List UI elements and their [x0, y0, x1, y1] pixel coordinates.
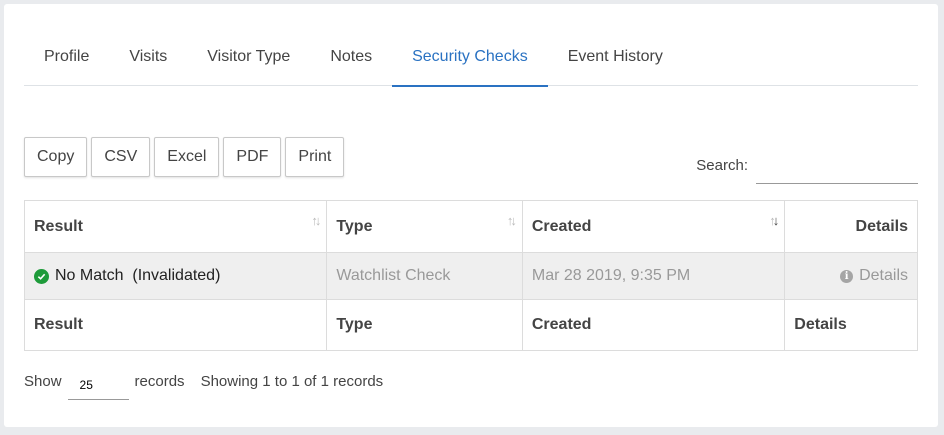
page-size-select[interactable] [67, 370, 129, 400]
records-info: Showing 1 to 1 of 1 records [200, 372, 384, 390]
details-label: Details [859, 267, 908, 284]
created-value: Mar 28 2019, 9:35 PM [531, 267, 691, 284]
footer-result: Result [25, 300, 328, 350]
column-header-created[interactable]: Created ↑↓ [523, 201, 786, 252]
records-label: records [134, 372, 185, 390]
search-input[interactable] [756, 146, 918, 184]
created-cell: Mar 28 2019, 9:35 PM [523, 253, 786, 299]
csv-button[interactable]: CSV [91, 137, 151, 177]
column-header-label: Type [336, 217, 373, 235]
tab-visits[interactable]: Visits [109, 28, 187, 86]
footer-type: Type [327, 300, 523, 350]
tab-bar: Profile Visits Visitor Type Notes Securi… [24, 28, 918, 87]
result-cell: No Match (Invalidated) [25, 253, 328, 299]
column-header-label: Created [531, 217, 592, 235]
table-footer-row: Result Type Created Details [25, 300, 917, 350]
column-header-result[interactable]: Result ↑↓ [25, 201, 328, 252]
search-label: Search: [696, 156, 748, 174]
sort-icon: ↑↓ [506, 213, 517, 228]
export-button-group: Copy CSV Excel PDF Print [24, 137, 345, 177]
excel-button[interactable]: Excel [154, 137, 220, 177]
column-header-type[interactable]: Type ↑↓ [327, 201, 523, 252]
pdf-button[interactable]: PDF [223, 137, 282, 177]
column-header-label: Details [855, 217, 908, 235]
check-circle-icon [34, 268, 49, 284]
search-box: Search: [696, 146, 918, 184]
column-header-details: Details [785, 201, 917, 252]
column-header-label: Result [34, 217, 83, 235]
footer-created: Created [523, 300, 786, 350]
tab-notes[interactable]: Notes [310, 28, 392, 86]
sort-descending-icon: ↑↓ [769, 213, 779, 228]
tab-event-history[interactable]: Event History [548, 28, 683, 86]
tab-security-checks[interactable]: Security Checks [392, 28, 548, 87]
type-value: Watchlist Check [336, 267, 451, 284]
security-checks-panel: Profile Visits Visitor Type Notes Securi… [4, 4, 938, 427]
footer-details: Details [794, 316, 847, 333]
details-link[interactable]: i Details [840, 267, 908, 285]
tab-profile[interactable]: Profile [24, 28, 109, 86]
result-value: No Match (Invalidated) [55, 267, 221, 284]
tab-visitor-type[interactable]: Visitor Type [187, 28, 310, 86]
table-footer-controls: Show records Showing 1 to 1 of 1 records [24, 366, 384, 400]
details-cell: i Details [785, 253, 917, 299]
show-label: Show [24, 372, 62, 390]
type-cell: Watchlist Check [327, 253, 523, 299]
table-header-row: Result ↑↓ Type ↑↓ Created ↑↓ Details [25, 201, 917, 253]
print-button[interactable]: Print [285, 137, 345, 177]
sort-icon: ↑↓ [311, 213, 321, 228]
security-checks-table: Result ↑↓ Type ↑↓ Created ↑↓ Details No … [24, 200, 918, 351]
copy-button[interactable]: Copy [24, 137, 88, 177]
info-icon: i [840, 269, 854, 283]
table-row[interactable]: No Match (Invalidated) Watchlist Check M… [25, 253, 917, 300]
